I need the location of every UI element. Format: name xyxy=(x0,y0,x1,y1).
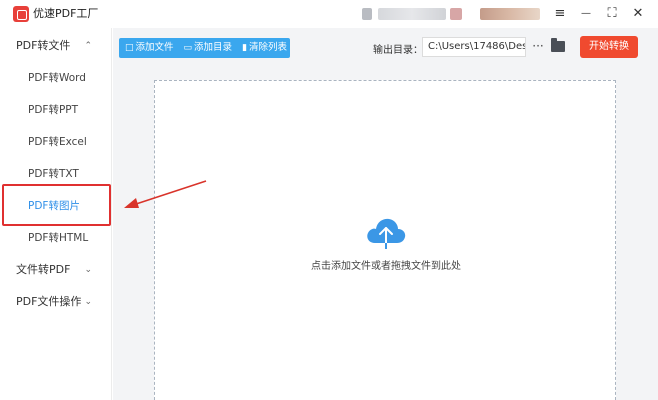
sidebar-group-label: PDF文件操作 xyxy=(16,295,82,308)
minimize-icon[interactable]: — xyxy=(578,6,594,22)
folder-open-icon[interactable] xyxy=(551,38,565,52)
sidebar-group-label: 文件转PDF xyxy=(16,263,71,276)
drop-zone-hint: 点击添加文件或者拖拽文件到此处 xyxy=(311,261,461,272)
add-directory-button[interactable]: ▭ 添加目录 xyxy=(178,38,237,58)
sidebar-group-label: PDF转文件 xyxy=(16,39,71,52)
chevron-up-icon: ⌃ xyxy=(84,41,92,51)
clear-list-label: 清除列表 xyxy=(249,42,288,53)
blurred-region xyxy=(450,8,462,20)
trash-icon: ▮ xyxy=(242,43,248,53)
blurred-region xyxy=(480,8,540,20)
output-path-field[interactable]: C:\Users\17486\Deskto xyxy=(422,37,526,57)
sidebar-item-pdf-to-ppt[interactable]: PDF转PPT xyxy=(0,94,112,126)
sidebar-item-label: PDF转Word xyxy=(28,72,86,84)
sidebar-item-label: PDF转HTML xyxy=(28,232,89,244)
title-bar: 优速PDF工厂 ≡ — ⛶ ✕ xyxy=(0,0,658,28)
chevron-down-icon: ⌄ xyxy=(84,265,92,275)
clear-list-button[interactable]: ▮ 清除列表 xyxy=(236,38,291,58)
file-button-group: □ 添加文件 ▭ 添加目录 ▮ 清除列表 xyxy=(119,38,290,58)
close-icon[interactable]: ✕ xyxy=(630,6,646,22)
output-dir-label: 输出目录： xyxy=(373,45,423,56)
chevron-down-icon: ⌄ xyxy=(84,297,92,307)
file-drop-zone[interactable]: 点击添加文件或者拖拽文件到此处 xyxy=(154,80,616,400)
sidebar-item-pdf-to-word[interactable]: PDF转Word xyxy=(0,62,112,94)
sidebar-item-label: PDF转TXT xyxy=(28,168,79,180)
highlight-annotation xyxy=(2,184,111,226)
file-icon: □ xyxy=(125,43,134,53)
menu-icon[interactable]: ≡ xyxy=(552,6,568,22)
app-logo-icon xyxy=(13,6,29,22)
folder-icon: ▭ xyxy=(183,43,193,53)
sidebar-item-pdf-to-excel[interactable]: PDF转Excel xyxy=(0,126,112,158)
arrow-annotation xyxy=(124,180,207,208)
add-directory-label: 添加目录 xyxy=(194,42,233,53)
toolbar: □ 添加文件 ▭ 添加目录 ▮ 清除列表 输出目录： C:\Users\17486\D… xyxy=(113,28,658,68)
sidebar-group-file-to-pdf[interactable]: 文件转PDF ⌄ xyxy=(0,254,112,286)
maximize-icon[interactable]: ⛶ xyxy=(604,6,620,22)
cloud-upload-icon xyxy=(367,218,406,249)
sidebar-item-pdf-to-html[interactable]: PDF转HTML xyxy=(0,222,112,254)
add-file-label: 添加文件 xyxy=(135,42,174,53)
blurred-region xyxy=(362,8,372,20)
sidebar-item-label: PDF转Excel xyxy=(28,136,87,148)
sidebar-item-label: PDF转PPT xyxy=(28,104,79,116)
blurred-region xyxy=(378,8,446,20)
sidebar-group-pdf-operations[interactable]: PDF文件操作 ⌄ xyxy=(0,286,112,318)
more-options-button[interactable]: ··· xyxy=(531,37,545,57)
start-convert-button[interactable]: 开始转换 xyxy=(580,36,638,58)
app-title: 优速PDF工厂 xyxy=(33,7,99,20)
add-file-button[interactable]: □ 添加文件 xyxy=(119,38,178,58)
sidebar-group-pdf-to-file[interactable]: PDF转文件 ⌃ xyxy=(0,30,112,62)
main-panel: □ 添加文件 ▭ 添加目录 ▮ 清除列表 输出目录： C:\Users\17486\D… xyxy=(113,28,658,400)
